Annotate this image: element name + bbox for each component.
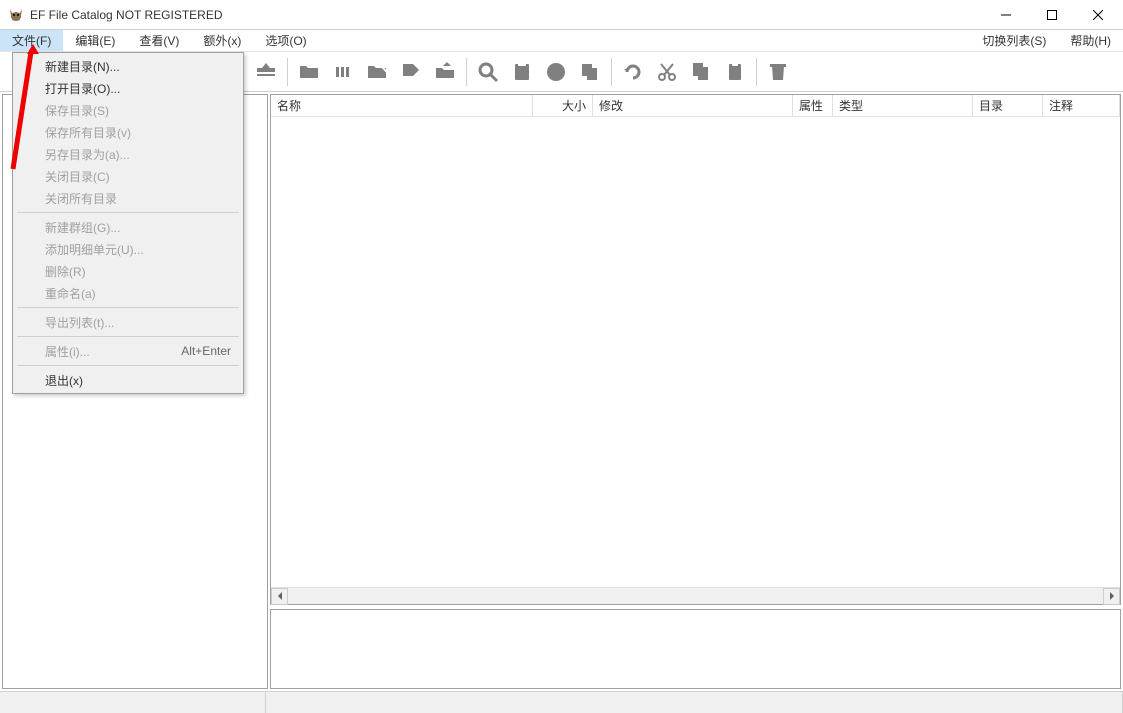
- title-bar: EF File Catalog NOT REGISTERED: [0, 0, 1123, 30]
- search-icon[interactable]: [473, 57, 503, 87]
- eject-icon[interactable]: [251, 57, 281, 87]
- menu-options[interactable]: 选项(O): [253, 30, 318, 51]
- scroll-right-icon[interactable]: [1103, 588, 1120, 605]
- folder-cut-icon[interactable]: [362, 57, 392, 87]
- minimize-button[interactable]: [983, 0, 1029, 29]
- folder-tag-icon[interactable]: [396, 57, 426, 87]
- copy-doc-icon[interactable]: [686, 57, 716, 87]
- menu-item-shortcut: Alt+Enter: [181, 344, 231, 358]
- menu-file[interactable]: 文件(F): [0, 30, 63, 51]
- column-name[interactable]: 名称: [271, 95, 533, 116]
- scroll-left-icon[interactable]: [271, 588, 288, 605]
- menu-item-new-catalog[interactable]: 新建目录(N)...: [15, 55, 241, 77]
- menu-item-add-detail-unit[interactable]: 添加明细单元(U)...: [15, 238, 241, 260]
- dark-circle-icon[interactable]: [541, 57, 571, 87]
- trash-icon[interactable]: [763, 57, 793, 87]
- status-bar: [0, 691, 1123, 713]
- list-header: 名称 大小 修改 属性 类型 目录 注释: [271, 95, 1120, 117]
- window-controls: [983, 0, 1121, 29]
- toolbar-separator: [287, 58, 288, 86]
- menu-item-save-catalog-as[interactable]: 另存目录为(a)...: [15, 143, 241, 165]
- toolbar-separator: [611, 58, 612, 86]
- folder-icon[interactable]: [294, 57, 324, 87]
- scroll-track[interactable]: [288, 588, 1103, 605]
- column-attributes[interactable]: 属性: [793, 95, 833, 116]
- right-pane: 名称 大小 修改 属性 类型 目录 注释: [270, 94, 1121, 689]
- status-cell: [0, 692, 266, 713]
- menu-item-properties[interactable]: 属性(i)... Alt+Enter: [15, 340, 241, 362]
- menu-item-exit[interactable]: 退出(x): [15, 369, 241, 391]
- undo-icon[interactable]: [618, 57, 648, 87]
- menu-item-close-catalog[interactable]: 关闭目录(C): [15, 165, 241, 187]
- column-catalog[interactable]: 目录: [973, 95, 1043, 116]
- menu-item-save-catalog[interactable]: 保存目录(S): [15, 99, 241, 121]
- paste-clip-icon[interactable]: [507, 57, 537, 87]
- column-modified[interactable]: 修改: [593, 95, 793, 116]
- toolbar-separator: [756, 58, 757, 86]
- menu-item-new-group[interactable]: 新建群组(G)...: [15, 216, 241, 238]
- menu-item-delete[interactable]: 删除(R): [15, 260, 241, 282]
- menu-separator: [17, 307, 239, 308]
- list-body[interactable]: [271, 117, 1120, 587]
- menu-item-rename[interactable]: 重命名(a): [15, 282, 241, 304]
- menu-separator: [17, 365, 239, 366]
- status-cell: [266, 692, 1123, 713]
- column-type[interactable]: 类型: [833, 95, 973, 116]
- menu-item-save-all-catalogs[interactable]: 保存所有目录(v): [15, 121, 241, 143]
- window-title: EF File Catalog NOT REGISTERED: [30, 8, 983, 22]
- menu-switch-list[interactable]: 切换列表(S): [970, 30, 1058, 51]
- folder-group-icon[interactable]: [328, 57, 358, 87]
- copy-icon[interactable]: [575, 57, 605, 87]
- menu-separator: [17, 212, 239, 213]
- maximize-button[interactable]: [1029, 0, 1075, 29]
- horizontal-scrollbar[interactable]: [271, 587, 1120, 604]
- menu-help[interactable]: 帮助(H): [1058, 30, 1123, 51]
- menu-item-close-all-catalogs[interactable]: 关闭所有目录: [15, 187, 241, 209]
- scissors-icon[interactable]: [652, 57, 682, 87]
- menu-item-export-list[interactable]: 导出列表(t)...: [15, 311, 241, 333]
- menu-item-open-catalog[interactable]: 打开目录(O)...: [15, 77, 241, 99]
- app-icon: [8, 7, 24, 23]
- menu-item-label: 属性(i)...: [45, 343, 90, 360]
- column-comment[interactable]: 注释: [1043, 95, 1120, 116]
- folder-up-icon[interactable]: [430, 57, 460, 87]
- file-list-pane: 名称 大小 修改 属性 类型 目录 注释: [270, 94, 1121, 605]
- menu-view[interactable]: 查看(V): [127, 30, 191, 51]
- menu-bar: 文件(F) 编辑(E) 查看(V) 额外(x) 选项(O) 切换列表(S) 帮助…: [0, 30, 1123, 52]
- detail-pane[interactable]: [270, 609, 1121, 689]
- menu-separator: [17, 336, 239, 337]
- close-button[interactable]: [1075, 0, 1121, 29]
- clipboard-icon[interactable]: [720, 57, 750, 87]
- column-size[interactable]: 大小: [533, 95, 593, 116]
- toolbar-separator: [466, 58, 467, 86]
- file-menu-dropdown: 新建目录(N)... 打开目录(O)... 保存目录(S) 保存所有目录(v) …: [12, 52, 244, 394]
- menu-edit[interactable]: 编辑(E): [63, 30, 127, 51]
- menu-extra[interactable]: 额外(x): [191, 30, 253, 51]
